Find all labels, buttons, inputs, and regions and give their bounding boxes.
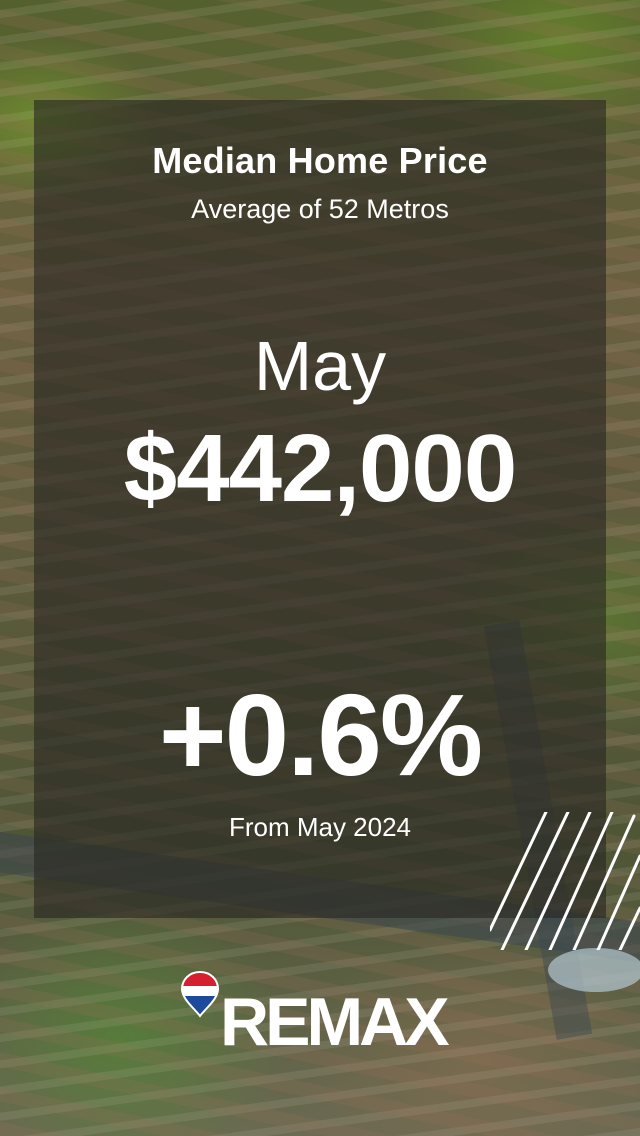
remax-wordmark: REMAX bbox=[220, 984, 450, 1060]
percent-change: +0.6% bbox=[158, 670, 483, 800]
median-price: $442,000 bbox=[123, 415, 517, 522]
card-subtitle: Average of 52 Metros bbox=[191, 194, 449, 224]
background-pool bbox=[548, 948, 640, 992]
hot-air-balloon-icon bbox=[180, 970, 220, 1018]
month-label: May bbox=[253, 327, 387, 405]
card-title: Median Home Price bbox=[152, 140, 488, 181]
remax-logo: REMAX bbox=[180, 970, 470, 1060]
decorative-stripes bbox=[490, 812, 640, 950]
